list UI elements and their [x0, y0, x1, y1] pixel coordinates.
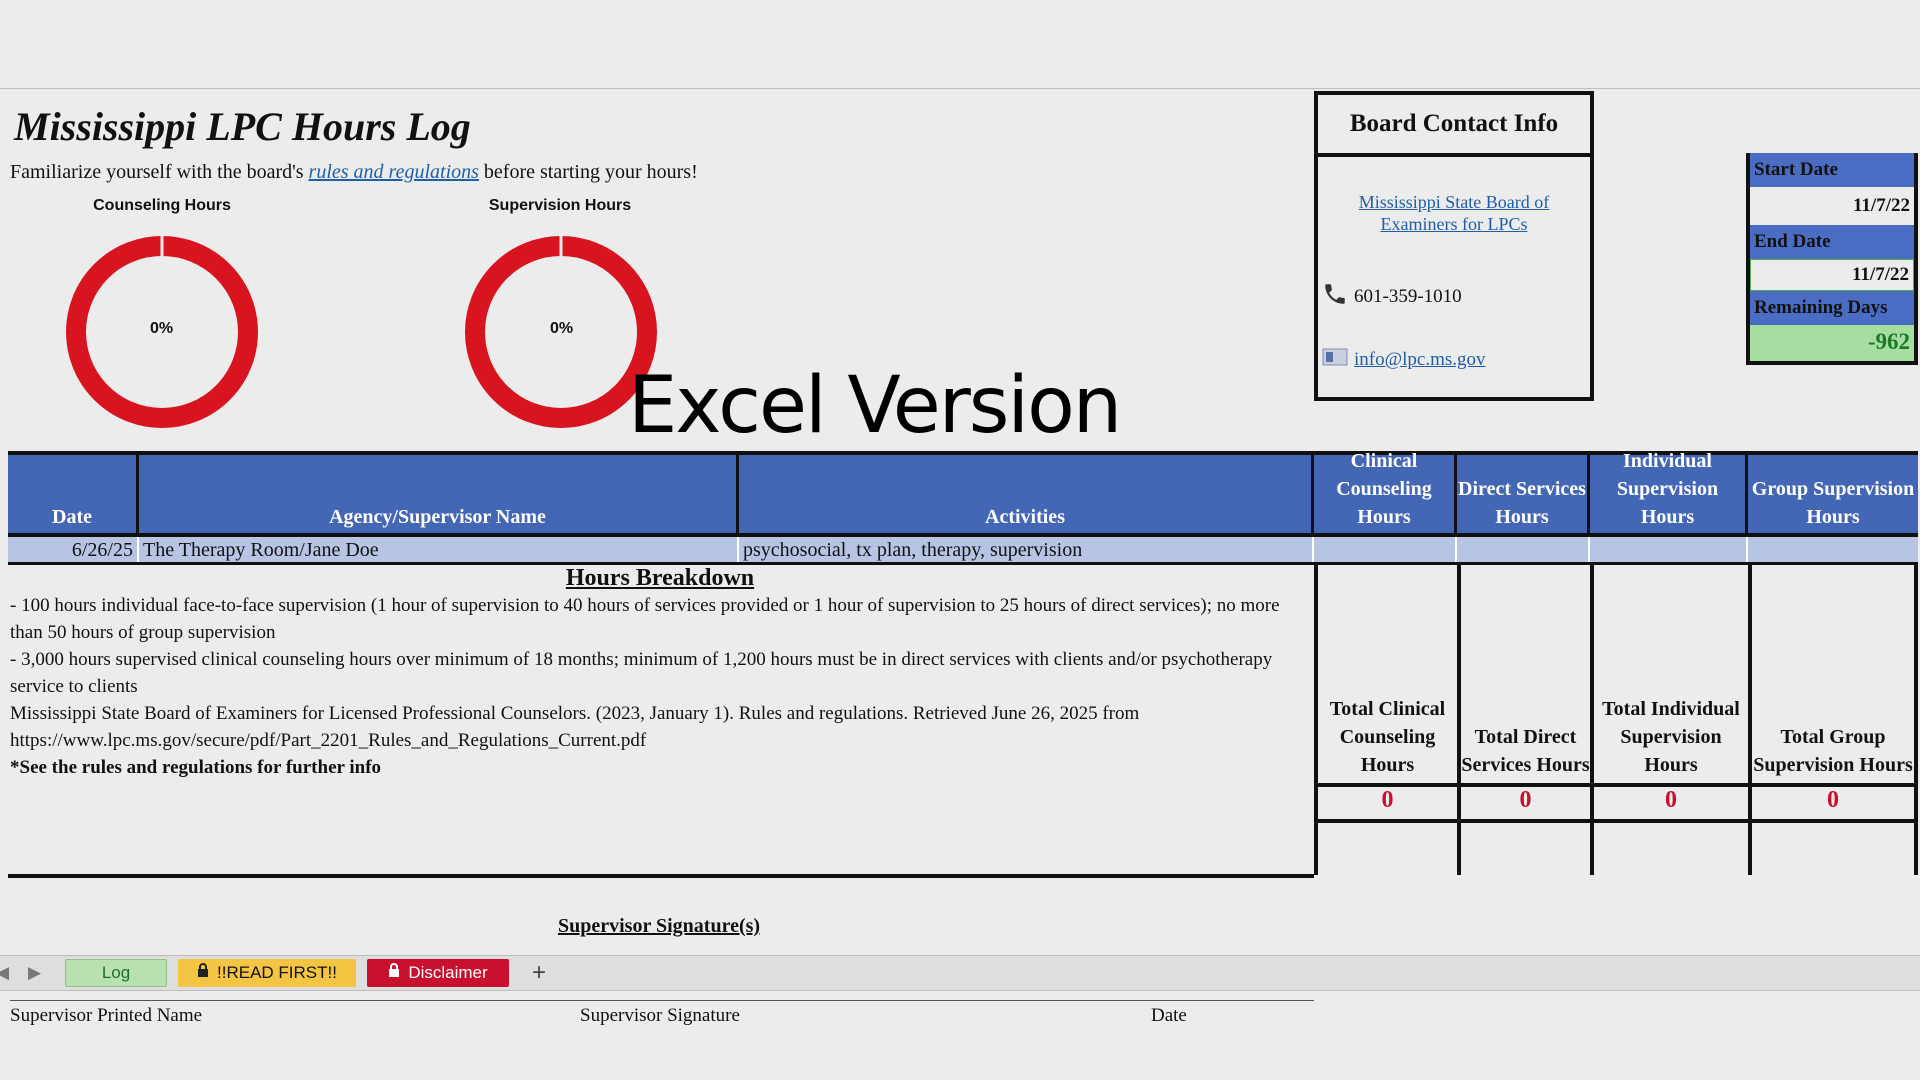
- dates-panel: Start Date 11/7/22 End Date 11/7/22 Rema…: [1746, 153, 1918, 365]
- spreadsheet-canvas[interactable]: Mississippi LPC Hours Log Familiarize yo…: [0, 88, 1920, 1026]
- total-individual: Total Individual Supervision Hours 0: [1590, 565, 1748, 875]
- excel-version-watermark: Excel Version: [628, 361, 1122, 451]
- remaining-days-value: -962: [1750, 325, 1914, 361]
- tab-log-label: Log: [101, 963, 131, 982]
- table-row: 6/26/25 The Therapy Room/Jane Doe psycho…: [8, 537, 1918, 565]
- total-clinical-label: Total Clinical Counseling Hours: [1318, 565, 1457, 787]
- board-contact-box: Board Contact Info Mississippi State Boa…: [1314, 91, 1594, 401]
- end-date-value[interactable]: 11/7/22: [1750, 259, 1914, 291]
- total-direct: Total Direct Services Hours 0: [1457, 565, 1590, 875]
- cell-clinical[interactable]: [1314, 537, 1457, 562]
- breakdown-citation: Mississippi State Board of Examiners for…: [10, 703, 1140, 751]
- hours-breakdown-heading: Hours Breakdown: [565, 565, 755, 591]
- board-email-link[interactable]: info@lpc.ms.gov: [1354, 349, 1486, 371]
- page-title: Mississippi LPC Hours Log: [14, 104, 471, 149]
- breakdown-note: *See the rules and regulations for furth…: [10, 757, 382, 778]
- header-activities[interactable]: Activities: [739, 455, 1314, 533]
- supervisor-signature-label: Supervisor Signature: [580, 1005, 740, 1026]
- total-group-value[interactable]: 0: [1752, 787, 1914, 823]
- add-sheet-button[interactable]: +: [532, 959, 546, 987]
- board-phone-row: 601-359-1010: [1322, 281, 1462, 313]
- intro-after: before starting your hours!: [478, 161, 698, 183]
- cell-direct[interactable]: [1457, 537, 1590, 562]
- next-sheet-icon[interactable]: ▶: [28, 963, 41, 983]
- header-individual[interactable]: Individual Supervision Hours: [1590, 450, 1748, 533]
- rules-link[interactable]: rules and regulations: [309, 161, 479, 183]
- section-divider: [8, 874, 1314, 878]
- prev-sheet-icon[interactable]: ◀: [0, 963, 9, 983]
- breakdown-line-supervision: - 100 hours individual face-to-face supe…: [10, 595, 1280, 643]
- header-date[interactable]: Date: [8, 455, 139, 533]
- intro-before: Familiarize yourself with the board's: [10, 161, 309, 183]
- supervision-chart-title: Supervision Hours: [488, 197, 632, 214]
- total-clinical: Total Clinical Counseling Hours 0: [1314, 565, 1457, 875]
- lock-icon: [197, 963, 209, 983]
- signature-line: [10, 1000, 1314, 1001]
- board-website-link[interactable]: Mississippi State Board of Examiners for…: [1318, 191, 1590, 235]
- tab-log[interactable]: Log: [65, 959, 167, 987]
- total-direct-label: Total Direct Services Hours: [1461, 565, 1590, 787]
- board-contact-heading: Board Contact Info: [1318, 95, 1590, 157]
- header-direct[interactable]: Direct Services Hours: [1457, 455, 1590, 533]
- email-icon: [1322, 346, 1348, 374]
- cell-date[interactable]: 6/26/25: [8, 537, 139, 562]
- remaining-days-label: Remaining Days: [1750, 291, 1914, 325]
- header-agency[interactable]: Agency/Supervisor Name: [139, 455, 739, 533]
- totals-panel: Total Clinical Counseling Hours 0 Total …: [1314, 565, 1918, 875]
- supervisor-signatures-heading: Supervisor Signature(s): [558, 915, 761, 937]
- tab-disclaimer-label: Disclaimer: [408, 963, 488, 982]
- counseling-chart-title: Counseling Hours: [93, 197, 231, 214]
- log-table-header: Date Agency/Supervisor Name Activities C…: [8, 450, 1918, 537]
- end-date-label: End Date: [1750, 225, 1914, 259]
- cell-group[interactable]: [1748, 537, 1918, 562]
- phone-icon: [1322, 281, 1348, 313]
- sheet-tab-bar: ◀ ▶ Log !!READ FIRST!! Disclaimer +: [0, 955, 1920, 991]
- total-clinical-value[interactable]: 0: [1318, 787, 1457, 823]
- tab-read-first[interactable]: !!READ FIRST!!: [178, 959, 356, 987]
- start-date-value[interactable]: 11/7/22: [1750, 187, 1914, 225]
- counseling-percent: 0%: [150, 320, 174, 337]
- supervision-percent: 0%: [550, 320, 574, 337]
- total-group: Total Group Supervision Hours 0: [1748, 565, 1918, 875]
- intro-text: Familiarize yourself with the board's ru…: [10, 161, 698, 184]
- total-group-label: Total Group Supervision Hours: [1752, 565, 1914, 787]
- hours-breakdown: Hours Breakdown - 100 hours individual f…: [10, 565, 1310, 781]
- cell-activities[interactable]: psychosocial, tx plan, therapy, supervis…: [739, 537, 1314, 562]
- breakdown-line-clinical: - 3,000 hours supervised clinical counse…: [10, 649, 1273, 697]
- start-date-label: Start Date: [1750, 153, 1914, 187]
- total-direct-value[interactable]: 0: [1461, 787, 1590, 823]
- header-group[interactable]: Group Supervision Hours: [1748, 455, 1918, 533]
- signature-date-label: Date: [1151, 1005, 1187, 1026]
- total-individual-value[interactable]: 0: [1594, 787, 1748, 823]
- board-email-row: info@lpc.ms.gov: [1322, 346, 1486, 374]
- board-phone: 601-359-1010: [1354, 286, 1462, 307]
- total-individual-label: Total Individual Supervision Hours: [1594, 565, 1748, 787]
- header-clinical[interactable]: Clinical Counseling Hours: [1314, 450, 1457, 533]
- lock-icon: [388, 963, 400, 983]
- cell-individual[interactable]: [1590, 537, 1748, 562]
- tab-read-first-label: !!READ FIRST!!: [217, 963, 337, 982]
- cell-agency[interactable]: The Therapy Room/Jane Doe: [139, 537, 739, 562]
- supervisor-printed-name-label: Supervisor Printed Name: [10, 1005, 203, 1026]
- tab-disclaimer[interactable]: Disclaimer: [367, 959, 509, 987]
